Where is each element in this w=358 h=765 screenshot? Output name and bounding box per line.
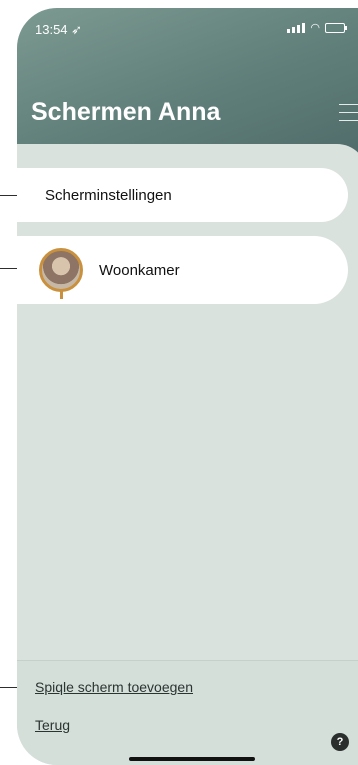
phone-screen: 13:54 ➶ ◠ Schermen Anna Scherminstelling… — [17, 8, 358, 765]
help-icon[interactable]: ? — [331, 733, 349, 751]
status-time: 13:54 ➶ — [35, 22, 82, 38]
status-time-text: 13:54 — [35, 22, 68, 37]
footer: Spiqle scherm toevoegen Terug ? — [17, 660, 358, 765]
woonkamer-item[interactable]: Woonkamer — [17, 236, 348, 304]
home-indicator[interactable] — [129, 757, 255, 761]
wifi-icon: ◠ — [310, 22, 320, 34]
page-title: Schermen Anna — [31, 98, 221, 126]
add-mirror-link[interactable]: Spiqle scherm toevoegen — [35, 679, 193, 695]
woonkamer-label: Woonkamer — [99, 261, 180, 279]
status-icons: ◠ — [287, 21, 347, 34]
avatar — [39, 248, 83, 299]
back-link[interactable]: Terug — [35, 717, 70, 733]
scherminstellingen-label: Scherminstellingen — [45, 186, 172, 204]
main-content: Scherminstellingen Woonkamer — [17, 144, 358, 664]
scherminstellingen-item[interactable]: Scherminstellingen — [17, 168, 348, 222]
hamburger-menu-icon[interactable] — [339, 104, 358, 122]
location-arrow-icon: ➶ — [71, 22, 83, 37]
signal-icon — [287, 22, 306, 33]
battery-icon — [325, 22, 347, 33]
